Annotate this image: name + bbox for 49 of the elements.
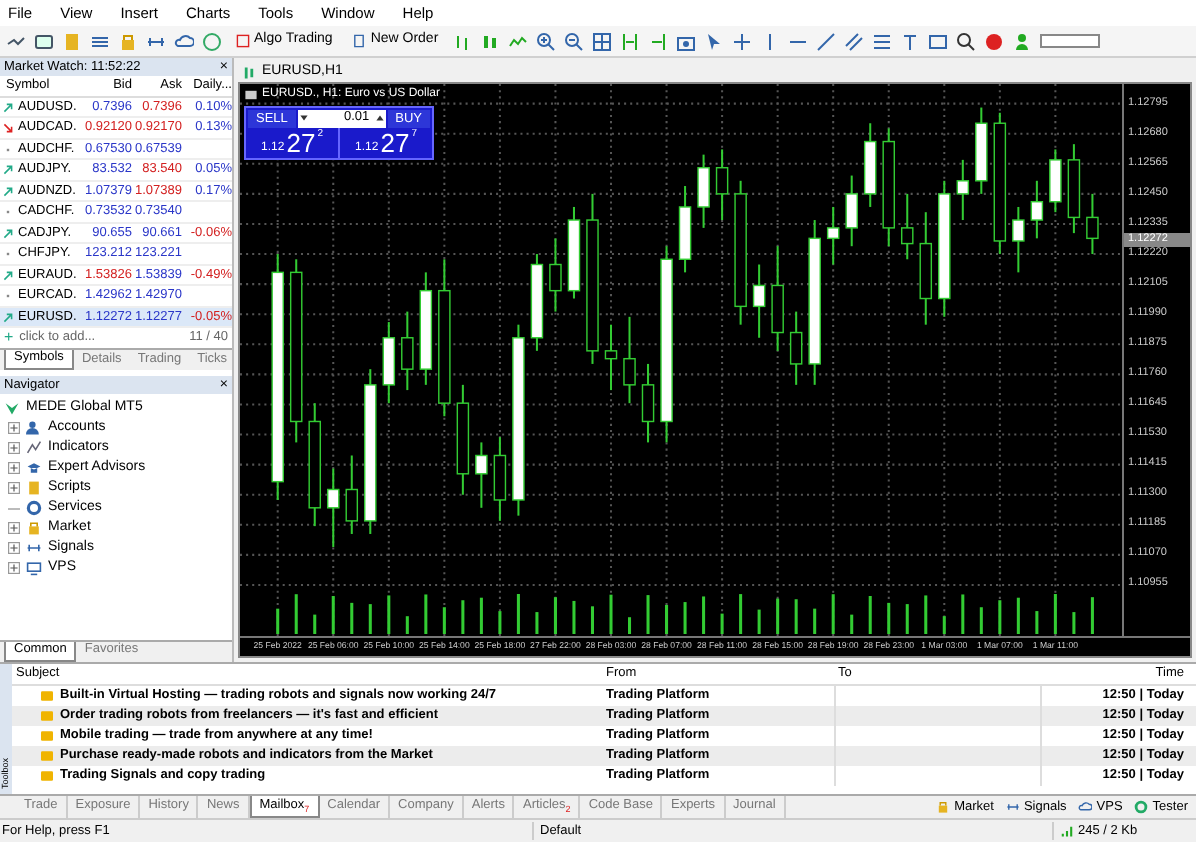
expand-icon[interactable] bbox=[8, 542, 20, 555]
search-field[interactable] bbox=[1040, 34, 1101, 48]
down-arrow-icon bbox=[2, 122, 14, 135]
cloud-icon[interactable] bbox=[174, 31, 194, 51]
line-chart-icon[interactable] bbox=[6, 31, 26, 51]
expand-icon[interactable] bbox=[8, 462, 20, 475]
person-icon[interactable] bbox=[1012, 31, 1033, 51]
lock-icon bbox=[26, 520, 42, 537]
expand-icon[interactable] bbox=[8, 522, 20, 535]
zoom-in-icon[interactable] bbox=[536, 31, 557, 51]
document-icon bbox=[352, 34, 367, 48]
bar-chart-icon[interactable] bbox=[452, 31, 473, 51]
signal-bars-icon bbox=[1060, 824, 1074, 838]
up-arrow-icon bbox=[2, 101, 14, 114]
up-arrow-icon bbox=[2, 227, 14, 240]
chart-header-icon bbox=[244, 88, 258, 102]
up-arrow-icon bbox=[2, 311, 14, 324]
spin-up-icon[interactable] bbox=[373, 112, 386, 124]
chart-window-icon bbox=[242, 65, 256, 79]
camera-icon[interactable] bbox=[676, 31, 697, 51]
lock-icon bbox=[936, 800, 951, 814]
indicator-icon bbox=[26, 440, 42, 457]
channel-icon[interactable] bbox=[844, 31, 865, 51]
chart-shift-icon[interactable] bbox=[648, 31, 669, 51]
expand-icon[interactable] bbox=[8, 422, 20, 435]
crosshair-icon[interactable] bbox=[732, 31, 753, 51]
spin-down-icon[interactable] bbox=[297, 112, 310, 124]
cursor-icon[interactable] bbox=[704, 31, 725, 51]
autoscroll-icon[interactable] bbox=[620, 31, 641, 51]
text-icon[interactable] bbox=[900, 31, 921, 51]
expand-icon[interactable] bbox=[8, 562, 20, 575]
people-icon bbox=[26, 420, 42, 437]
expand-icon[interactable] bbox=[8, 442, 20, 455]
platform-icon bbox=[4, 400, 20, 417]
square-icon bbox=[236, 34, 250, 48]
candles-icon[interactable] bbox=[480, 31, 501, 51]
notification-icon[interactable] bbox=[984, 31, 1005, 51]
hat-icon bbox=[26, 460, 42, 477]
up-arrow-icon bbox=[2, 185, 14, 198]
cloud-icon bbox=[1078, 800, 1093, 814]
zoom-out-icon[interactable] bbox=[564, 31, 585, 51]
expand-icon[interactable] bbox=[8, 482, 20, 495]
search-icon[interactable] bbox=[956, 31, 977, 51]
monitor-icon[interactable] bbox=[34, 31, 54, 51]
up-arrow-icon bbox=[2, 269, 14, 282]
trend-line-icon[interactable] bbox=[816, 31, 837, 51]
up-arrow-icon bbox=[2, 164, 14, 177]
monitor-icon bbox=[26, 560, 42, 577]
grid-icon[interactable] bbox=[592, 31, 613, 51]
